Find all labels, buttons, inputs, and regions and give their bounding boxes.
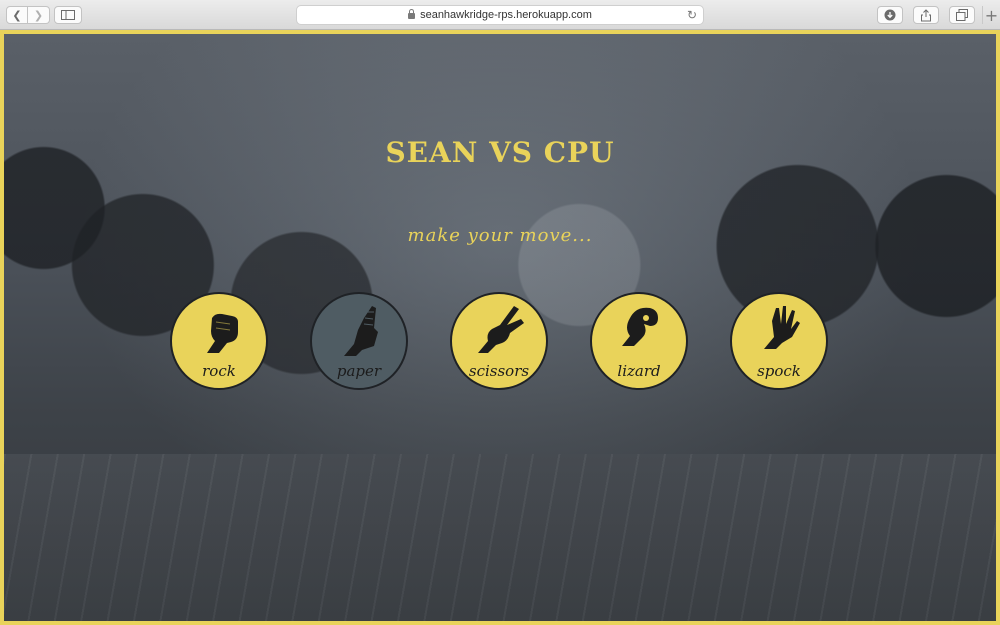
- back-button[interactable]: ❮: [6, 6, 28, 24]
- rock-button[interactable]: rock: [170, 292, 268, 390]
- game-subtitle: make your move...: [407, 225, 593, 246]
- game-title: SEAN VS CPU: [385, 136, 615, 169]
- url-text: seanhawkridge-rps.herokuapp.com: [420, 9, 592, 21]
- browser-toolbar: ❮ ❯ seanhawkridge-rps.herokuapp.com ↻ +: [0, 0, 1000, 30]
- sidebar-icon: [61, 10, 75, 20]
- tabs-button[interactable]: [949, 6, 975, 24]
- share-icon: [921, 8, 931, 21]
- downloads-button[interactable]: [877, 6, 903, 24]
- chevron-right-icon: ❯: [33, 8, 44, 22]
- scissors-hand-icon: [478, 306, 524, 353]
- lizard-button[interactable]: lizard: [590, 292, 688, 390]
- toolbar-actions: [877, 6, 975, 24]
- new-tab-button[interactable]: +: [982, 5, 1000, 25]
- move-label: rock: [202, 362, 236, 380]
- spock-button[interactable]: spock: [730, 292, 828, 390]
- chevron-left-icon: ❮: [12, 8, 22, 22]
- move-label: scissors: [468, 362, 530, 380]
- nav-buttons: ❮ ❯: [6, 6, 50, 24]
- lock-icon: [408, 9, 416, 19]
- move-buttons: rock paper scissors lizard spock: [170, 292, 828, 390]
- spock-hand-icon: [764, 306, 800, 349]
- forward-button[interactable]: ❯: [28, 6, 50, 24]
- reload-icon[interactable]: ↻: [687, 8, 697, 22]
- rock-hand-icon: [207, 313, 238, 353]
- paper-hand-icon: [344, 306, 378, 356]
- move-label: lizard: [617, 362, 661, 380]
- plus-icon: +: [984, 5, 999, 25]
- paper-button[interactable]: paper: [310, 292, 408, 390]
- tabs-icon: [956, 9, 968, 21]
- share-button[interactable]: [913, 6, 939, 24]
- background-floor: [4, 454, 996, 621]
- address-bar[interactable]: seanhawkridge-rps.herokuapp.com ↻: [296, 5, 704, 25]
- game-page: SEAN VS CPU make your move... rock paper…: [0, 30, 1000, 625]
- sidebar-button[interactable]: [54, 6, 82, 24]
- move-label: paper: [336, 362, 382, 380]
- download-icon: [884, 9, 896, 21]
- lizard-hand-icon: [622, 307, 658, 346]
- scissors-button[interactable]: scissors: [450, 292, 548, 390]
- move-label: spock: [757, 362, 801, 380]
